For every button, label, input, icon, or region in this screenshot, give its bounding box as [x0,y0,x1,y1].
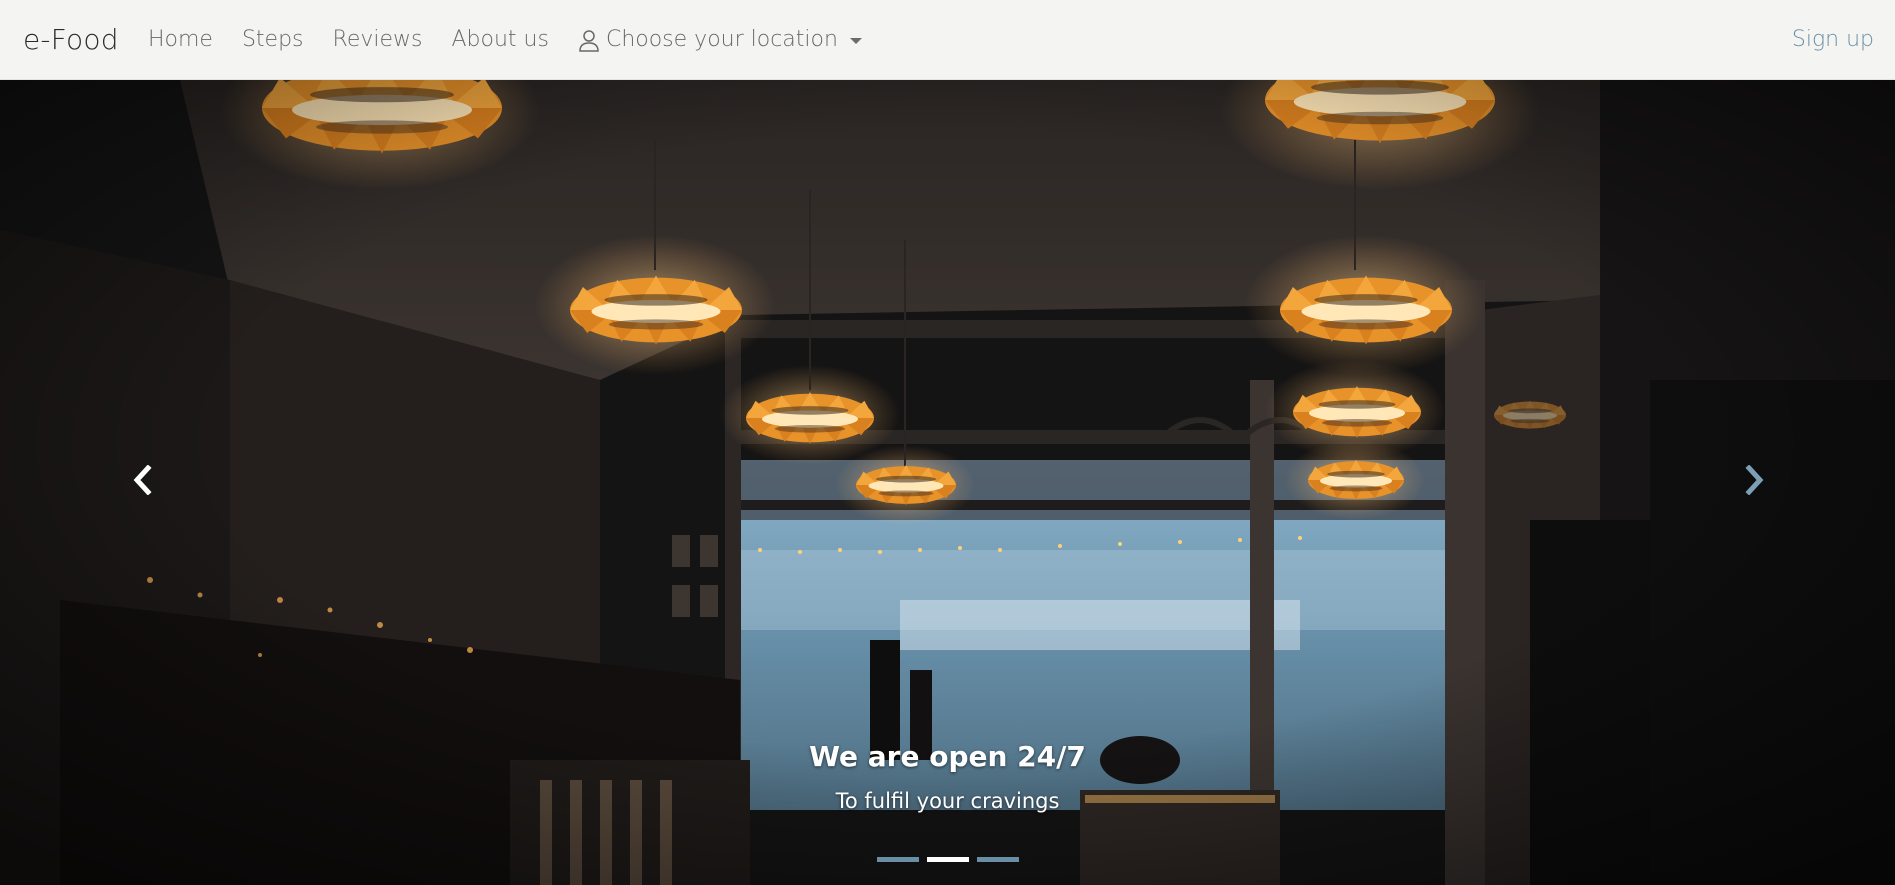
top-navbar: e-Food Home Steps Reviews About us Choos… [0,0,1895,80]
carousel-prev-button[interactable] [122,460,162,500]
carousel-indicators [0,857,1895,862]
carousel-caption-title: We are open 24/7 [809,740,1086,773]
chevron-right-icon [1745,465,1764,495]
nav-link-steps[interactable]: Steps [242,27,304,52]
carousel-indicator-2[interactable] [926,857,969,862]
carousel-next-button[interactable] [1735,460,1775,500]
location-dropdown-label: Choose your location [605,27,838,52]
caret-down-icon [849,37,862,44]
nav-link-about-us[interactable]: About us [452,27,549,52]
nav-links: Home Steps Reviews About us Choose your … [148,27,891,52]
person-icon [579,29,599,52]
nav-link-home[interactable]: Home [148,27,213,52]
brand-logo[interactable]: e-Food [23,23,119,56]
location-dropdown[interactable]: Choose your location [578,27,862,52]
hero-carousel: We are open 24/7 To fulfil your cravings [0,80,1895,885]
carousel-indicator-3[interactable] [976,857,1019,862]
carousel-indicator-1[interactable] [876,857,919,862]
nav-link-reviews[interactable]: Reviews [333,27,423,52]
signup-link[interactable]: Sign up [1792,27,1874,52]
carousel-caption-text: To fulfil your cravings [835,789,1060,813]
chevron-left-icon [133,465,152,495]
